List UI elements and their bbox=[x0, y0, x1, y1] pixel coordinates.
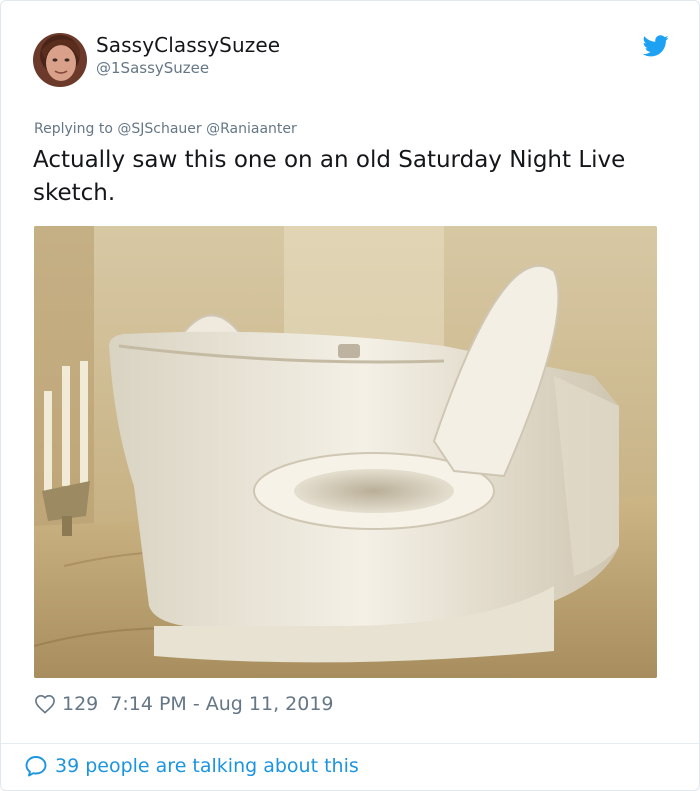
author-avatar[interactable] bbox=[33, 33, 87, 87]
tweet-header: SassyClassySuzee @1SassySuzee bbox=[1, 1, 699, 111]
speech-bubble-icon bbox=[25, 756, 47, 777]
photo-double-toilet-icon bbox=[34, 226, 657, 678]
tweet-footer: 129 7:14 PM - Aug 11, 2019 bbox=[34, 691, 334, 717]
tweet-text: Actually saw this one on an old Saturday… bbox=[33, 147, 626, 206]
tweet-media-image[interactable] bbox=[34, 226, 657, 678]
tweet-card: SassyClassySuzee @1SassySuzee Replying t… bbox=[0, 0, 700, 791]
author-display-name[interactable]: SassyClassySuzee bbox=[96, 33, 280, 57]
like-count[interactable]: 129 bbox=[62, 693, 98, 715]
author-handle[interactable]: @1SassySuzee bbox=[96, 59, 209, 77]
heart-icon[interactable] bbox=[34, 694, 56, 714]
divider bbox=[1, 743, 699, 744]
tweet-timestamp[interactable]: 7:14 PM - Aug 11, 2019 bbox=[110, 693, 333, 715]
replying-to-line[interactable]: Replying to @SJSchauer @Raniaanter bbox=[34, 121, 297, 137]
talking-label[interactable]: 39 people are talking about this bbox=[55, 755, 359, 777]
conversation-link[interactable]: 39 people are talking about this bbox=[24, 754, 359, 778]
avatar-photo-icon bbox=[33, 33, 87, 87]
twitter-bird-icon[interactable] bbox=[643, 35, 669, 57]
